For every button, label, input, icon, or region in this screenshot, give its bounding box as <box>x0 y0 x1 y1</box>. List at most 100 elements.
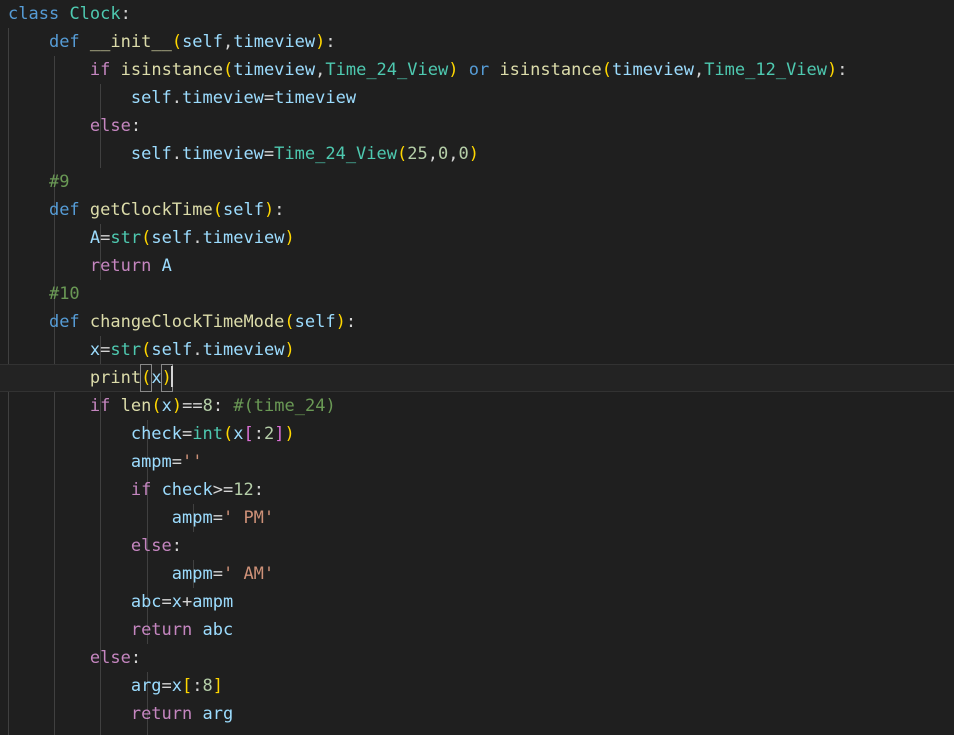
token-paren-open: ( <box>222 424 234 444</box>
token-paren-close: ) <box>448 60 459 80</box>
token-colon: : <box>212 396 224 416</box>
code-line-24[interactable]: else: <box>0 644 954 672</box>
code-line-22[interactable]: abc=x+ampm <box>0 588 954 616</box>
token-operator: >= <box>212 480 234 500</box>
code-line-16[interactable]: check=int(x[:2]) <box>0 420 954 448</box>
token-variable: x <box>161 396 172 416</box>
token-property: timeview <box>202 228 285 248</box>
token-comment: #10 <box>48 284 80 304</box>
token-paren-close: ) <box>263 200 275 220</box>
token-paren-close: ) <box>171 396 183 416</box>
code-line-23[interactable]: return abc <box>0 616 954 644</box>
token-comma: , <box>448 144 459 164</box>
token-colon: : <box>130 648 142 668</box>
token-control-return: return <box>89 256 152 276</box>
token-string: ' AM' <box>222 564 275 584</box>
token-variable: ampm <box>171 564 213 584</box>
token-number: 0 <box>458 144 469 164</box>
token-function-name: __init__ <box>89 32 172 52</box>
code-line-8[interactable]: def getClockTime(self): <box>0 196 954 224</box>
code-line-3[interactable]: if isinstance(timeview,Time_24_View) or … <box>0 56 954 84</box>
token-slice-colon: : <box>192 676 203 696</box>
code-line-14-active[interactable]: print(x) <box>0 364 954 392</box>
token-variable: x <box>233 424 244 444</box>
token-property: timeview <box>182 88 264 108</box>
token-control-else: else <box>130 536 172 556</box>
token-variable: timeview <box>274 88 357 108</box>
token-variable: x <box>171 592 183 612</box>
token-comma: , <box>427 144 438 164</box>
token-variable: A <box>161 256 172 276</box>
token-variable-self: self <box>130 144 172 164</box>
token-keyword: def <box>48 312 80 332</box>
token-function-print: print <box>89 368 142 388</box>
token-colon: : <box>120 4 131 24</box>
token-paren-close: ) <box>335 312 346 332</box>
token-paren-open: ( <box>397 144 408 164</box>
code-line-17[interactable]: ampm='' <box>0 448 954 476</box>
token-variable-self: self <box>151 228 193 248</box>
token-paren-close: ) <box>827 60 838 80</box>
code-line-12[interactable]: def changeClockTimeMode(self): <box>0 308 954 336</box>
text-cursor <box>170 366 173 387</box>
token-variable: check <box>161 480 213 500</box>
code-line-7[interactable]: #9 <box>0 168 954 196</box>
token-bracket-close: ] <box>212 676 224 696</box>
token-comment: #(time_24) <box>233 396 336 416</box>
token-assign: = <box>161 592 172 612</box>
token-assign: = <box>263 88 275 108</box>
token-builtin-len: len <box>120 396 152 416</box>
token-variable: x <box>89 340 101 360</box>
token-assign: = <box>212 508 223 528</box>
code-line-18[interactable]: if check>=12: <box>0 476 954 504</box>
code-line-9[interactable]: A=str(self.timeview) <box>0 224 954 252</box>
token-property: timeview <box>202 340 285 360</box>
code-line-6[interactable]: self.timeview=Time_24_View(25,0,0) <box>0 140 954 168</box>
code-line-25[interactable]: arg=x[:8] <box>0 672 954 700</box>
token-colon: : <box>345 312 357 332</box>
code-line-13[interactable]: x=str(self.timeview) <box>0 336 954 364</box>
token-assign: = <box>212 564 223 584</box>
token-control-if: if <box>130 480 152 500</box>
code-line-5[interactable]: else: <box>0 112 954 140</box>
token-variable: check <box>130 424 183 444</box>
token-variable: ampm <box>171 508 213 528</box>
code-line-10[interactable]: return A <box>0 252 954 280</box>
token-assign: = <box>182 424 193 444</box>
token-paren-close: ) <box>468 144 479 164</box>
token-paren-close: ) <box>284 424 295 444</box>
token-variable: arg <box>202 704 234 724</box>
token-variable-self: self <box>130 88 172 108</box>
code-line-20[interactable]: else: <box>0 532 954 560</box>
token-function-isinstance: isinstance <box>499 60 602 80</box>
token-colon: : <box>837 60 848 80</box>
code-line-1[interactable]: class Clock: <box>0 0 954 28</box>
token-paren-open: ( <box>222 60 234 80</box>
code-line-4[interactable]: self.timeview=timeview <box>0 84 954 112</box>
token-number: 12 <box>233 480 254 500</box>
token-comma: , <box>693 60 705 80</box>
code-line-11[interactable]: #10 <box>0 280 954 308</box>
code-line-21[interactable]: ampm=' AM' <box>0 560 954 588</box>
token-assign: = <box>161 676 172 696</box>
token-function-isinstance: isinstance <box>120 60 223 80</box>
token-control-if: if <box>89 396 111 416</box>
token-class-name: Time_24_View <box>325 60 449 80</box>
token-builtin-int: int <box>192 424 223 444</box>
code-editor-pane[interactable]: class Clock: def __init__(self,timeview)… <box>0 0 954 735</box>
token-variable-self: self <box>294 312 336 332</box>
token-bracket-close: ] <box>274 424 285 444</box>
code-line-2[interactable]: def __init__(self,timeview): <box>0 28 954 56</box>
code-lines: class Clock: def __init__(self,timeview)… <box>0 0 954 728</box>
code-line-19[interactable]: ampm=' PM' <box>0 504 954 532</box>
token-paren-close: ) <box>284 228 295 248</box>
token-paren-open: ( <box>151 396 162 416</box>
token-control-else: else <box>89 116 131 136</box>
token-paren-close: ) <box>315 32 326 52</box>
code-line-15[interactable]: if len(x)==8: #(time_24) <box>0 392 954 420</box>
code-line-26[interactable]: return arg <box>0 700 954 728</box>
token-function-name: changeClockTimeMode <box>89 312 285 332</box>
token-dot: . <box>171 144 183 164</box>
token-variable: x <box>151 368 162 388</box>
token-variable: timeview <box>233 60 316 80</box>
